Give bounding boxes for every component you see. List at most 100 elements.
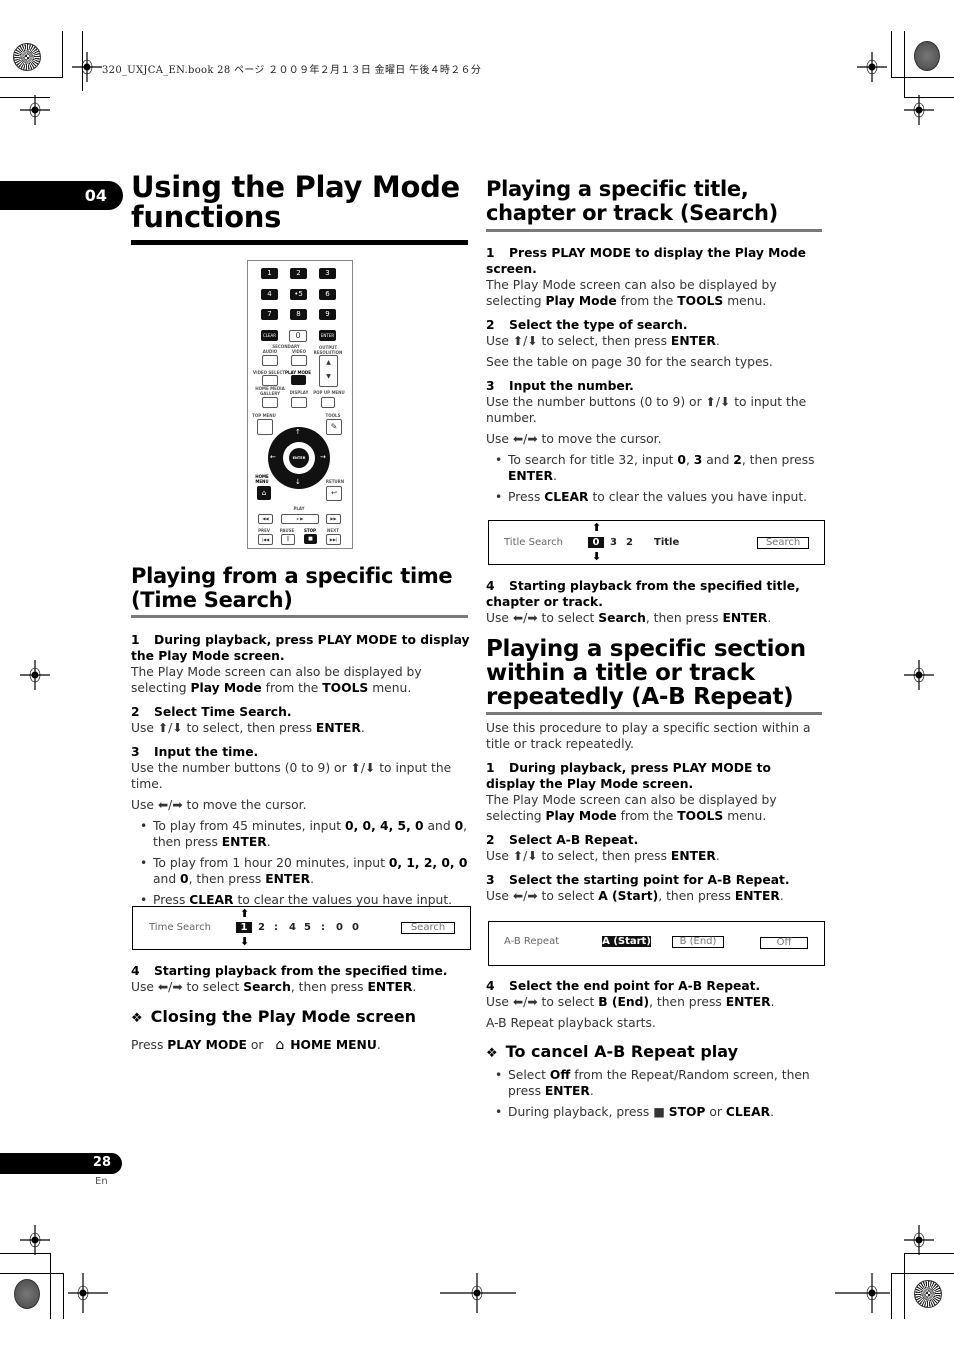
step-body: The Play Mode screen can also be display… [486, 793, 777, 823]
page-number-tab: 28 [0, 1153, 122, 1174]
label-play: PLAY [293, 506, 305, 511]
section-rule [486, 712, 822, 715]
color-target-icon [13, 43, 41, 71]
ab-repeat-steps: Use this procedure to play a specific se… [486, 720, 824, 904]
remote-home-media-gallery-button [262, 397, 278, 408]
remote-home-menu-button: ⌂ [257, 486, 271, 500]
time-separator: : [321, 922, 325, 933]
step-heading: 1 Press PLAY MODE to display the Play Mod… [486, 246, 806, 276]
step-heading: 4 Select the end point for A-B Repeat. [486, 979, 761, 993]
b-end-option[interactable]: B (End) [672, 936, 724, 948]
intro-text: Use this procedure to play a specific se… [486, 721, 811, 751]
remote-play-mode-button [291, 375, 306, 385]
remote-number-key: 1 [261, 268, 278, 279]
step-heading: 2 Select A-B Repeat. [486, 833, 639, 847]
remote-video-select-button [262, 375, 278, 386]
registration-mark-icon [904, 95, 934, 125]
color-target-icon [914, 1280, 942, 1308]
arrow-up-icon: ⬆ [592, 521, 602, 534]
time-search-bullets: To play from 45 minutes, input 0, 0, 4, … [131, 818, 471, 908]
step-heading: 3 Input the number. [486, 379, 634, 393]
remote-number-key: •5 [290, 289, 307, 300]
remote-enter-button: ENTER [319, 330, 336, 341]
step-body: The Play Mode screen can also be display… [486, 278, 777, 308]
registration-mark-icon [20, 1225, 50, 1255]
search-button[interactable]: Search [757, 537, 809, 549]
list-item: To play from 1 hour 20 minutes, input 0,… [140, 855, 471, 887]
title-search-bullets: To search for title 32, input 0, 3 and 2… [486, 452, 824, 505]
remote-output-resolution-button: ▲ ▼ [319, 355, 338, 387]
language-label: En [95, 1176, 108, 1187]
remote-dpad-enter: ENTER [289, 448, 309, 468]
section-rule [131, 615, 468, 618]
label-next: NEXT [327, 528, 339, 533]
time-search-screen: Time Search ⬆ 1 ⬇ 2 : 4 5 : 0 0 Search [132, 906, 471, 950]
cancel-bullets: Select Off from the Repeat/Random screen… [486, 1067, 824, 1125]
arrow-up-icon: ⬆ [240, 907, 250, 920]
subheading-closing: ❖ Closing the Play Mode screen [131, 1007, 417, 1026]
registration-mark-icon [835, 1273, 890, 1313]
ab-repeat-step4: 4 Select the end point for A-B Repeat. Us… [486, 978, 824, 1031]
page-number: 28 [92, 1155, 111, 1170]
step-body: Use ⬅/➡ to move the cursor. [486, 432, 662, 446]
remote-video-button [291, 355, 307, 366]
list-item: Press CLEAR to clear the values you have… [495, 489, 824, 505]
title-search-step4: 4 Starting playback from the specified ti… [486, 578, 824, 626]
remote-prev-button: |◀◀ [258, 534, 273, 545]
registration-mark-icon [20, 660, 50, 690]
remote-return-button: ↩ [326, 486, 342, 501]
label-stop: STOP [304, 528, 316, 533]
selected-digit: 1 [236, 922, 252, 933]
page-title: Using the Play Mode functions [131, 170, 460, 234]
step-heading: 2 Select the type of search. [486, 318, 688, 332]
list-item: To search for title 32, input 0, 3 and 2… [495, 452, 824, 484]
registration-mark-icon [904, 660, 934, 690]
remote-audio-button [262, 355, 278, 366]
label-display: DISPLAY [289, 390, 309, 395]
closing-text: Press PLAY MODE or ⌂ HOME MENU. [131, 1037, 381, 1053]
label-top-menu: TOP MENU [252, 413, 276, 418]
remote-zero-button: 0 [289, 330, 307, 342]
remote-number-key: 6 [319, 289, 336, 300]
registration-mark-icon [72, 52, 102, 82]
title-search-screen: Title Search ⬆ 0 ⬇ 3 2 Title Search [488, 520, 825, 565]
print-header: 320_UXJCA_EN.book 28 ページ ２００９年２月１３日 金曜日 … [102, 65, 482, 76]
screen-label: Time Search [149, 922, 212, 933]
off-option[interactable]: Off [760, 937, 808, 949]
remote-stop-button: ■ [304, 534, 317, 544]
registration-mark-icon [20, 95, 50, 125]
list-item: Select Off from the Repeat/Random screen… [495, 1067, 824, 1099]
remote-fastforward-button: ▶▶ [326, 514, 341, 524]
label-output-resolution: OUTPUT RESOLUTION [313, 345, 343, 355]
step-body: Use ⬅/➡ to move the cursor. [131, 798, 307, 812]
time-digit: 2 [258, 922, 265, 933]
step-body: Use ⬅/➡ to select A (Start), then press … [486, 889, 784, 903]
registration-mark-icon [904, 1225, 934, 1255]
remote-tools-button: ✎ [326, 419, 342, 435]
a-start-option[interactable]: A (Start) [602, 936, 651, 947]
time-search-step4: 4 Starting playback from the specified ti… [131, 963, 471, 995]
search-button[interactable]: Search [401, 922, 455, 934]
color-target-icon [914, 41, 940, 71]
step-note: A-B Repeat playback starts. [486, 1016, 656, 1030]
remote-display-button [291, 397, 307, 408]
search-type: Title [654, 537, 680, 548]
diamond-bullet-icon: ❖ [486, 1046, 498, 1061]
step-body: Use ⬆/⬇ to select, then press ENTER. [486, 334, 720, 348]
arrow-left-icon: ← [270, 453, 276, 461]
remote-number-key: 7 [261, 309, 278, 320]
selected-digit: 0 [588, 537, 604, 548]
remote-number-key: 9 [319, 309, 336, 320]
title-digit: 2 [626, 537, 633, 548]
time-digit: 0 [336, 922, 343, 933]
arrow-up-icon: ↑ [295, 428, 301, 436]
step-body: The Play Mode screen can also be display… [131, 665, 422, 695]
label-tools: TOOLS [325, 413, 341, 418]
arrow-down-icon: ↓ [295, 478, 301, 486]
step-heading: 4 Starting playback from the specified ti… [486, 579, 800, 609]
arrow-down-icon: ⬇ [592, 550, 602, 563]
list-item: To play from 45 minutes, input 0, 0, 4, … [140, 818, 471, 850]
step-heading: 4 Starting playback from the specified ti… [131, 964, 448, 978]
time-separator: : [274, 922, 278, 933]
remote-next-button: ▶▶| [326, 534, 341, 545]
